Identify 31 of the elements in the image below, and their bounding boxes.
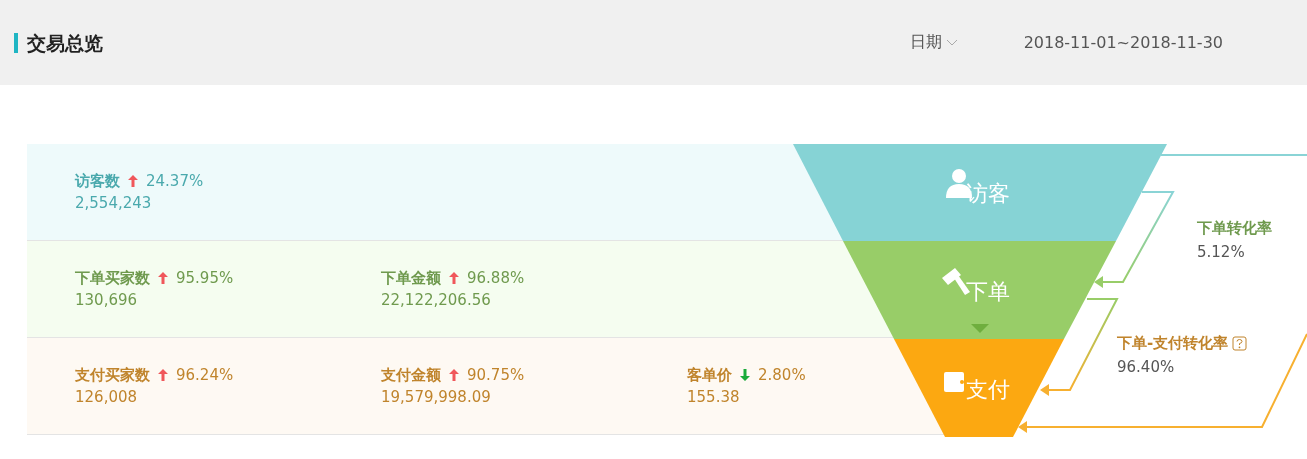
stage-label: 支付 — [966, 377, 1010, 402]
metric-change: 95.95% — [176, 268, 234, 289]
wallet-icon — [944, 372, 964, 392]
metric-label: 支付金额 — [381, 365, 441, 386]
metric-change: 24.37% — [146, 171, 204, 192]
metric-change: 90.75% — [467, 365, 525, 386]
down-triangle-icon — [971, 324, 989, 333]
metric-change: 2.80% — [758, 365, 806, 386]
help-icon[interactable] — [1232, 335, 1248, 351]
metric-value: 22,122,206.56 — [381, 291, 491, 309]
stage-label: 下单 — [966, 279, 1010, 304]
metric-label: 客单价 — [687, 365, 732, 386]
metric-label: 下单买家数 — [75, 268, 150, 289]
page-title: 交易总览 — [14, 32, 103, 53]
chevron-down-icon — [945, 39, 958, 46]
metric-label: 下单金额 — [381, 268, 441, 289]
metric-label: 访客数 — [75, 171, 120, 192]
metric-value: 155.38 — [687, 388, 740, 406]
rate-value: 96.40% — [1117, 357, 1176, 378]
rate-label: 下单-支付转化率 — [1117, 333, 1229, 354]
metric-value: 19,579,998.09 — [381, 388, 491, 406]
metric-value: 2,554,243 — [75, 194, 152, 212]
rate-value: 5.12% — [1197, 242, 1246, 263]
date-range: 2018-11-01~2018-11-30 — [1023, 33, 1223, 52]
metric-value: 126,008 — [75, 388, 138, 406]
metric-change: 96.88% — [467, 268, 525, 289]
metric-value: 130,696 — [75, 291, 138, 309]
date-dropdown[interactable]: 日期 — [909, 32, 958, 53]
metric-label: 支付买家数 — [75, 365, 150, 386]
rate-label: 下单转化率 — [1197, 218, 1272, 239]
metric-change: 96.24% — [176, 365, 234, 386]
